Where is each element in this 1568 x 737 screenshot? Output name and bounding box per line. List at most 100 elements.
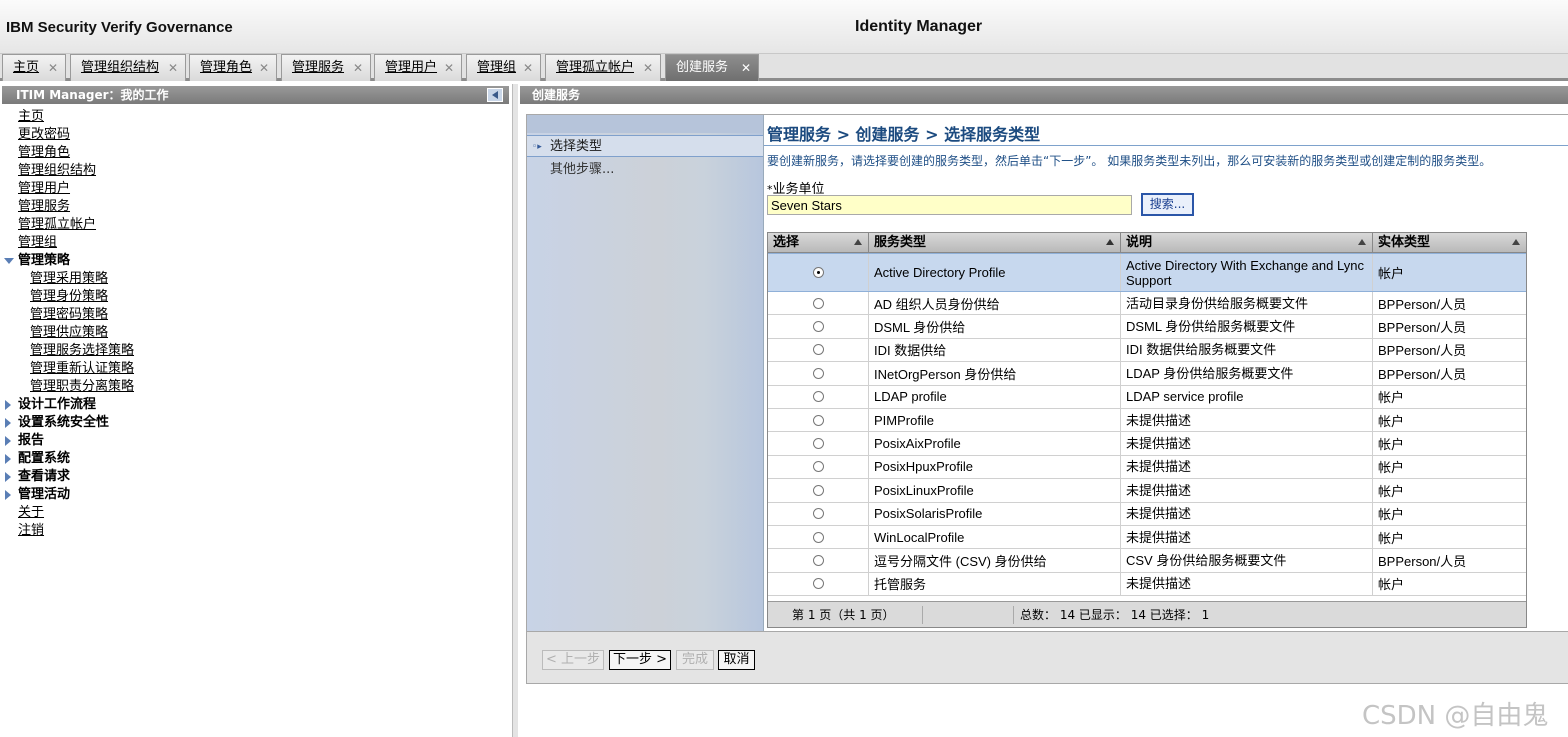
next-button[interactable]: 下一步 >: [609, 650, 671, 670]
close-icon[interactable]: ✕: [259, 55, 269, 81]
collapsed-arrow-icon[interactable]: [5, 400, 11, 410]
back-button[interactable]: < 上一步: [542, 650, 604, 670]
search-button[interactable]: 搜索...: [1141, 193, 1194, 216]
table-row[interactable]: PosixAixProfile 未提供描述 帐户: [768, 432, 1526, 456]
entity-type-cell: BPPerson/人员: [1378, 554, 1467, 570]
nav-item-home[interactable]: 主页: [0, 108, 510, 126]
select-radio[interactable]: [812, 414, 824, 426]
tab-home[interactable]: 主页 ✕: [2, 54, 66, 81]
select-radio[interactable]: [812, 555, 824, 567]
nav-item-manage-services[interactable]: 管理服务: [0, 198, 510, 216]
title-divider: [764, 145, 1568, 146]
collapsed-arrow-icon[interactable]: [5, 472, 11, 482]
nav-group-requests[interactable]: 查看请求: [0, 468, 510, 486]
tab-orphan-accounts[interactable]: 管理孤立帐户 ✕: [545, 54, 661, 81]
collapsed-arrow-icon[interactable]: [5, 418, 11, 428]
service-type-cell: PosixSolarisProfile: [869, 502, 1121, 525]
select-radio[interactable]: [812, 367, 824, 379]
nav-item-password-policy[interactable]: 管理密码策略: [0, 306, 510, 324]
select-radio[interactable]: [812, 531, 824, 543]
table-row[interactable]: PosixHpuxProfile 未提供描述 帐户: [768, 455, 1526, 480]
nav-item-manage-users[interactable]: 管理用户: [0, 180, 510, 198]
panel-splitter[interactable]: [512, 84, 518, 737]
tab-manage-users[interactable]: 管理用户 ✕: [374, 54, 462, 81]
cancel-button[interactable]: 取消: [718, 650, 755, 670]
table-row[interactable]: AD 组织人员身份供给 活动目录身份供给服务概要文件 BPPerson/人员: [768, 292, 1526, 316]
close-icon[interactable]: ✕: [353, 55, 363, 81]
nav-item-manage-groups[interactable]: 管理组: [0, 234, 510, 252]
nav-item-adoption-policy[interactable]: 管理采用策略: [0, 270, 510, 288]
description-cell: 未提供描述: [1121, 572, 1373, 596]
nav-item-sod-policy[interactable]: 管理职责分离策略: [0, 378, 510, 396]
step-select-type: ◦▸ 选择类型: [527, 135, 763, 157]
service-type-cell: LDAP profile: [869, 385, 1121, 408]
select-radio[interactable]: [812, 578, 824, 590]
nav-item-provisioning-policy[interactable]: 管理供应策略: [0, 324, 510, 342]
table-row[interactable]: DSML 身份供给 DSML 身份供给服务概要文件 BPPerson/人员: [768, 315, 1526, 339]
table-row[interactable]: WinLocalProfile 未提供描述 帐户: [768, 526, 1526, 550]
select-radio[interactable]: [812, 267, 824, 278]
tab-manage-roles[interactable]: 管理角色 ✕: [189, 54, 277, 81]
tab-bar: 主页 ✕ 管理组织结构 ✕ 管理角色 ✕ 管理服务 ✕ 管理用户 ✕ 管理组 ✕ 管理孤立帐…: [0, 54, 1568, 81]
select-radio[interactable]: [812, 461, 824, 473]
table-row[interactable]: LDAP profile LDAP service profile 帐户: [768, 385, 1526, 409]
tab-manage-groups[interactable]: 管理组 ✕: [466, 54, 541, 81]
description-cell: Active Directory With Exchange and Lync …: [1121, 254, 1373, 291]
nav-group-reports[interactable]: 报告: [0, 432, 510, 450]
table-row[interactable]: PosixSolarisProfile 未提供描述 帐户: [768, 502, 1526, 526]
expanded-arrow-icon[interactable]: [4, 258, 14, 264]
table-row[interactable]: 托管服务 未提供描述 帐户: [768, 572, 1526, 597]
select-radio[interactable]: [812, 438, 824, 450]
tab-create-service[interactable]: 创建服务 ✕: [665, 54, 759, 81]
nav-item-orphan-accounts[interactable]: 管理孤立帐户: [0, 216, 510, 234]
table-row[interactable]: INetOrgPerson 身份供给 LDAP 身份供给服务概要文件 BPPerso…: [768, 362, 1526, 386]
nav-group-policies[interactable]: 管理策略: [0, 252, 510, 270]
select-radio[interactable]: [812, 321, 824, 333]
table-row[interactable]: 逗号分隔文件 (CSV) 身份供给 CSV 身份供给服务概要文件 BPPerson/…: [768, 549, 1526, 573]
close-icon[interactable]: ✕: [523, 55, 533, 81]
nav-item-service-selection-policy[interactable]: 管理服务选择策略: [0, 342, 510, 360]
table-row[interactable]: PIMProfile 未提供描述 帐户: [768, 409, 1526, 433]
column-header-entity-type[interactable]: 实体类型: [1373, 233, 1526, 253]
table-row[interactable]: PosixLinuxProfile 未提供描述 帐户: [768, 479, 1526, 503]
column-header-service-type[interactable]: 服务类型: [869, 233, 1121, 253]
collapsed-arrow-icon[interactable]: [5, 454, 11, 464]
select-radio[interactable]: [812, 344, 824, 356]
select-radio[interactable]: [812, 484, 824, 496]
nav-item-manage-org[interactable]: 管理组织结构: [0, 162, 510, 180]
close-icon[interactable]: ✕: [48, 55, 58, 81]
nav-group-security[interactable]: 设置系统安全性: [0, 414, 510, 432]
collapse-panel-icon[interactable]: [487, 88, 503, 102]
select-cell: [768, 455, 869, 479]
table-row[interactable]: IDI 数据供给 IDI 数据供给服务概要文件 BPPerson/人员: [768, 338, 1526, 363]
nav-item-manage-roles[interactable]: 管理角色: [0, 144, 510, 162]
nav-item-logout[interactable]: 注销: [0, 522, 510, 540]
close-icon[interactable]: ✕: [643, 55, 653, 81]
collapsed-arrow-icon[interactable]: [5, 436, 11, 446]
nav-item-recertification-policy[interactable]: 管理重新认证策略: [0, 360, 510, 378]
collapsed-arrow-icon[interactable]: [5, 490, 11, 500]
nav-item-change-password[interactable]: 更改密码: [0, 126, 510, 144]
column-header-select[interactable]: 选择: [768, 233, 869, 253]
select-radio[interactable]: [812, 297, 824, 309]
select-radio[interactable]: [812, 508, 824, 520]
tab-manage-services[interactable]: 管理服务 ✕: [281, 54, 371, 81]
close-icon[interactable]: ✕: [444, 55, 454, 81]
column-header-description[interactable]: 说明: [1121, 233, 1373, 253]
select-radio[interactable]: [812, 391, 824, 403]
close-icon[interactable]: ✕: [168, 55, 178, 81]
nav-group-workflow[interactable]: 设计工作流程: [0, 396, 510, 414]
business-unit-input[interactable]: [767, 195, 1132, 215]
nav-item-about[interactable]: 关于: [0, 504, 510, 522]
close-icon[interactable]: ✕: [741, 55, 751, 81]
nav-group-configure[interactable]: 配置系统: [0, 450, 510, 468]
service-type-cell: WinLocalProfile: [869, 526, 1121, 549]
my-work-header: ITIM Manager：我的工作: [2, 86, 509, 104]
select-cell: [768, 315, 869, 338]
table-row[interactable]: Active Directory Profile Active Directory…: [768, 253, 1526, 292]
tab-manage-org[interactable]: 管理组织结构 ✕: [70, 54, 186, 81]
finish-button[interactable]: 完成: [676, 650, 714, 670]
service-type-cell: PosixLinuxProfile: [869, 479, 1121, 502]
nav-item-identity-policy[interactable]: 管理身份策略: [0, 288, 510, 306]
nav-group-activities[interactable]: 管理活动: [0, 486, 510, 504]
